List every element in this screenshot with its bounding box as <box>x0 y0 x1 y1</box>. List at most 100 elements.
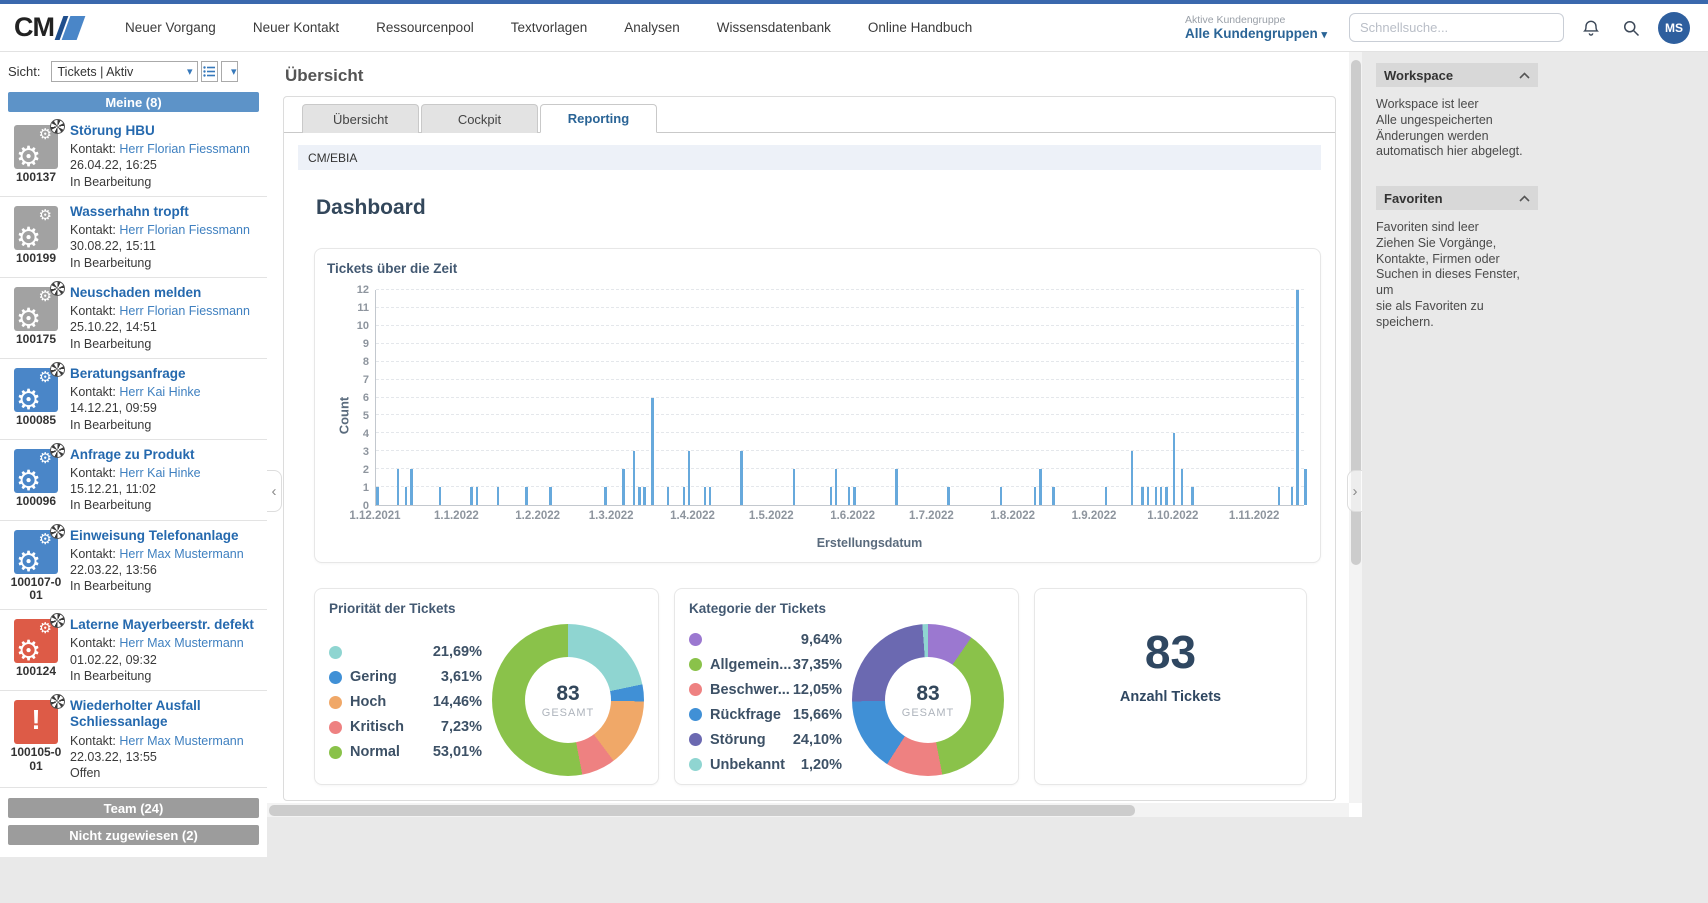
tab-cockpit[interactable]: Cockpit <box>421 104 538 133</box>
gridline <box>376 468 1304 470</box>
chart-bar <box>708 487 712 505</box>
ticket-id: 100105-001 <box>10 745 62 774</box>
contact-link[interactable]: Herr Florian Fiessmann <box>119 223 250 237</box>
menu-item[interactable]: Analysen <box>624 20 680 35</box>
ticket-contact: Kontakt: Herr Max Mustermann <box>70 733 259 749</box>
legend-row: 9,64% <box>689 629 852 650</box>
priority-donut-card: Priorität der Tickets 21,69% Gering 3,61% H… <box>314 588 659 785</box>
contact-link[interactable]: Herr Florian Fiessmann <box>119 142 250 156</box>
ticket-count-label: Anzahl Tickets <box>1119 689 1222 705</box>
group-header-unassigned[interactable]: Nicht zugewiesen (2) <box>8 825 259 846</box>
legend-dot-icon <box>329 695 342 709</box>
ticket-item[interactable]: ⚙ ⚙ 100107-001 Einweisung Telefonanlage Kont… <box>0 520 267 611</box>
user-avatar[interactable]: MS <box>1658 11 1690 44</box>
search-icon[interactable] <box>1618 15 1644 41</box>
gridline <box>376 432 1304 434</box>
menu-item[interactable]: Online Handbuch <box>868 20 972 35</box>
tab-übersicht[interactable]: Übersicht <box>302 104 419 133</box>
collapse-left-panel-button[interactable]: ‹ <box>267 470 282 512</box>
contact-prefix: Kontakt: <box>70 304 120 319</box>
pinwheel-badge-icon <box>50 442 65 458</box>
gridline <box>376 378 1304 380</box>
menu-item[interactable]: Neuer Kontakt <box>253 20 339 35</box>
donut-center: 83 GESAMT <box>525 657 611 743</box>
ticket-title[interactable]: Laterne Mayerbeerstr. defekt <box>70 617 259 633</box>
ticket-status: Offen <box>70 766 101 781</box>
view-select[interactable]: Tickets | Aktiv ▾ <box>50 61 198 82</box>
contact-link[interactable]: Herr Kai Hinke <box>119 385 200 399</box>
vertical-scrollbar[interactable] <box>1349 52 1362 803</box>
menu-item[interactable]: Ressourcenpool <box>376 20 474 35</box>
ticket-item[interactable]: ⚙ ⚙ 100085 Beratungsanfrage Kontakt: Herr Ka… <box>0 358 267 440</box>
favorites-header[interactable]: Favoriten <box>1376 186 1538 210</box>
app-logo[interactable]: CM <box>14 12 86 43</box>
ticket-title[interactable]: Störung HBU <box>70 123 259 139</box>
legend-label: Hoch <box>350 694 387 710</box>
ticket-item[interactable]: ⚙ ⚙ 100124 Laterne Mayerbeerstr. defekt Kont… <box>0 610 267 692</box>
menu-item[interactable]: Textvorlagen <box>511 20 588 35</box>
ticket-body: Wasserhahn tropft Kontakt: Herr Florian F… <box>64 204 259 271</box>
donut-total-label: GESAMT <box>541 706 595 719</box>
customer-group-selector[interactable]: Aktive Kundengruppe Alle Kundengruppen ▾ <box>1185 14 1327 41</box>
legend-dot-icon <box>329 670 342 684</box>
ticket-left: ⚙ ⚙ 100124 <box>8 613 65 684</box>
overview-card: Übersicht Cockpit Reporting CM/EBIA Dashbo… <box>283 96 1336 801</box>
chart-bar <box>853 487 856 505</box>
ticket-count-card: 83 Anzahl Tickets <box>1034 588 1307 785</box>
chart-bar <box>496 487 500 505</box>
ticket-item[interactable]: ⚙ ⚙ 100137 Störung HBU Kontakt: Herr Florian… <box>0 116 267 197</box>
contact-prefix: Kontakt: <box>70 546 120 561</box>
collapse-right-panel-button[interactable]: › <box>1347 470 1362 512</box>
category-legend: 9,64% Allgemein... 37,35% Beschwer... 12,05%… <box>689 619 852 775</box>
donut-total: 83 <box>916 681 940 705</box>
menu-item[interactable]: Wissensdatenbank <box>717 20 831 35</box>
chart-bar <box>1146 487 1150 505</box>
menu-item[interactable]: Neuer Vorgang <box>125 20 216 35</box>
view-options-button[interactable]: ▾ <box>220 61 238 82</box>
ticket-item[interactable]: ⚙ ⚙ 100175 Neuschaden melden Kontakt: Herr F… <box>0 277 267 359</box>
notifications-bell-icon[interactable] <box>1578 15 1604 41</box>
legend-dot-icon <box>329 745 342 759</box>
ticket-title[interactable]: Anfrage zu Produkt <box>70 447 259 463</box>
chart-bar <box>1296 290 1299 505</box>
chart-bar <box>1141 487 1144 505</box>
view-label: Sicht: <box>8 64 41 79</box>
chart-bar <box>1154 487 1158 505</box>
ticket-title[interactable]: Neuschaden melden <box>70 285 259 301</box>
ticket-title[interactable]: Wiederholter Ausfall Schliessanlage <box>70 698 259 730</box>
gear-icon: ⚙ <box>16 464 42 496</box>
ticket-contact: Kontakt: Herr Florian Fiessmann <box>70 222 259 238</box>
contact-link[interactable]: Herr Max Mustermann <box>119 547 243 561</box>
contact-prefix: Kontakt: <box>70 223 120 238</box>
ticket-title[interactable]: Wasserhahn tropft <box>70 204 259 220</box>
ticket-item[interactable]: ! 100105-001 Wiederholter Ausfall Schliess… <box>0 691 267 789</box>
group-header-mine[interactable]: Meine (8) <box>8 92 259 112</box>
chart-bar <box>1104 487 1108 505</box>
ticket-item[interactable]: ⚙ ⚙ 100096 Anfrage zu Produkt Kontakt: Herr … <box>0 439 267 521</box>
x-axis-title: Erstellungsdatum <box>816 536 923 550</box>
contact-link[interactable]: Herr Kai Hinke <box>119 466 200 480</box>
ticket-item[interactable]: ⚙ ⚙ 100199 Wasserhahn tropft Kontakt: Herr F… <box>0 196 267 278</box>
horizontal-scrollbar-thumb[interactable] <box>269 804 1135 816</box>
y-tick-label: 9 <box>362 338 369 350</box>
tab-reporting[interactable]: Reporting <box>540 104 657 133</box>
quick-search-input[interactable] <box>1349 13 1564 42</box>
horizontal-scrollbar[interactable] <box>267 803 1349 817</box>
breadcrumb[interactable]: CM/EBIA <box>298 145 1321 170</box>
contact-link[interactable]: Herr Max Mustermann <box>119 734 243 748</box>
workspace-header[interactable]: Workspace <box>1376 63 1538 87</box>
ticket-contact: Kontakt: Herr Florian Fiessmann <box>70 141 259 157</box>
ticket-date: 22.03.22, 13:55 <box>70 749 157 764</box>
chart-bar <box>947 487 950 505</box>
contact-link[interactable]: Herr Max Mustermann <box>119 636 243 650</box>
ticket-title[interactable]: Beratungsanfrage <box>70 366 259 382</box>
list-view-button[interactable] <box>200 61 218 82</box>
chart-bar <box>703 487 707 505</box>
empty-state-line: Kontakte, Firmen oder <box>1376 251 1500 266</box>
ticket-left: ! 100105-001 <box>8 694 65 781</box>
contact-link[interactable]: Herr Florian Fiessmann <box>119 304 250 318</box>
ticket-status: In Bearbeitung <box>70 498 152 513</box>
group-header-team[interactable]: Team (24) <box>8 798 259 819</box>
x-tick-label: 1.12.2021 <box>349 510 401 522</box>
ticket-title[interactable]: Einweisung Telefonanlage <box>70 528 259 544</box>
